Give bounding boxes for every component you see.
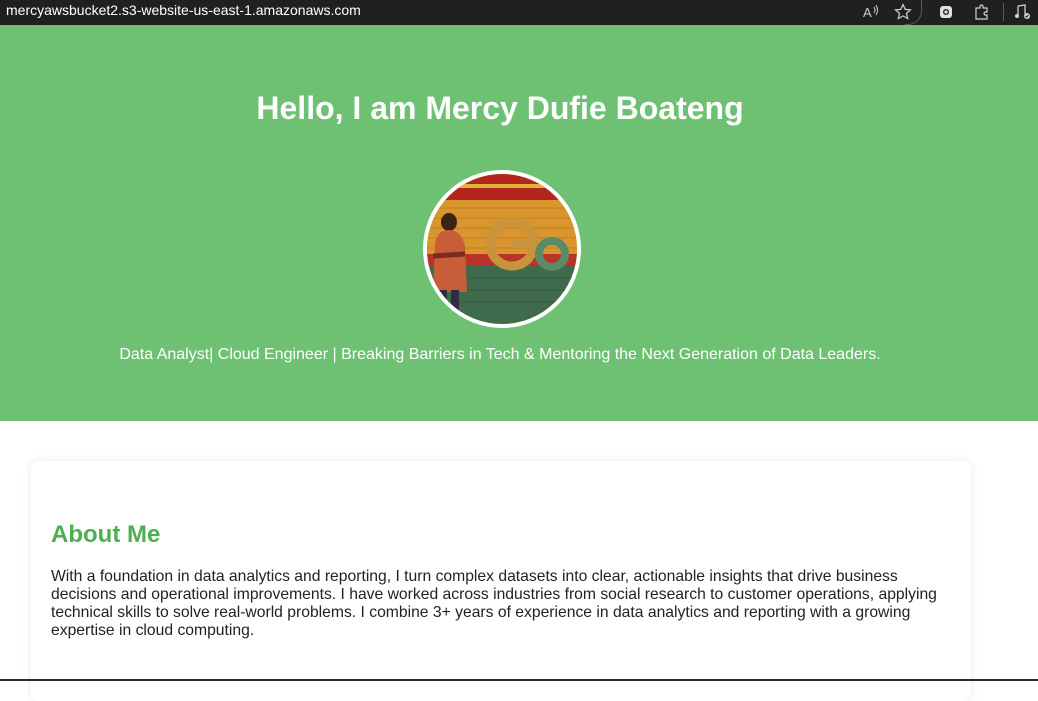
address-bar-url[interactable]: mercyawsbucket2.s3-website-us-east-1.ama… [6, 2, 361, 19]
hero-section: Hello, I am Mercy Dufie Boateng Data Ana… [0, 25, 1038, 421]
svg-text:A: A [863, 5, 872, 20]
browser-toolbar: mercyawsbucket2.s3-website-us-east-1.ama… [0, 0, 1038, 25]
page-title: Hello, I am Mercy Dufie Boateng [256, 90, 744, 126]
read-aloud-icon[interactable]: A [861, 2, 881, 22]
extension-icon[interactable] [936, 2, 956, 22]
profile-photo [423, 170, 581, 328]
hero-tagline: Data Analyst| Cloud Engineer | Breaking … [119, 346, 881, 363]
media-control-icon[interactable] [1013, 2, 1033, 22]
extensions-puzzle-icon[interactable] [972, 2, 992, 22]
about-text: With a foundation in data analytics and … [51, 568, 937, 639]
about-card: About Me With a foundation in data analy… [31, 461, 971, 701]
about-heading: About Me [51, 521, 161, 548]
toolbar-divider [1003, 3, 1004, 21]
favorite-star-icon[interactable] [893, 2, 913, 22]
